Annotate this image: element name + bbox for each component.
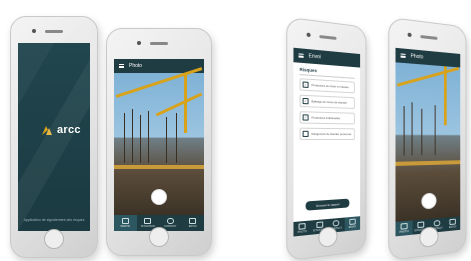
home-button[interactable] — [44, 229, 64, 249]
send-screen: Envoi Risques ✓ Protections de chute en h… — [293, 47, 361, 237]
chat-icon — [166, 218, 174, 224]
phone-photo: Photo PHOTO SITUATION CONTACT ENVOI — [106, 28, 212, 256]
tab-photo[interactable]: PHOTO — [395, 220, 413, 237]
checklist-item[interactable]: ✓ Balisage de zones de chantier — [299, 94, 355, 109]
screen-title: Photo — [410, 53, 424, 61]
camera-preview — [395, 62, 461, 222]
checkbox-unchecked-icon[interactable] — [302, 130, 309, 137]
building-icon — [316, 221, 323, 229]
tab-envoi[interactable]: ENVOI — [344, 216, 361, 232]
checkbox-checked-icon[interactable]: ✓ — [302, 80, 309, 88]
front-camera — [137, 41, 141, 45]
screen-title: Envoi — [308, 53, 321, 61]
tab-envoi[interactable]: ENVOI — [182, 215, 205, 231]
building-icon — [144, 218, 152, 224]
menu-icon[interactable] — [400, 53, 406, 59]
front-camera — [407, 32, 412, 38]
front-camera — [306, 32, 311, 38]
mail-icon — [349, 218, 356, 225]
camera-icon — [298, 222, 306, 230]
phone-send: Envoi Risques ✓ Protections de chute en h… — [286, 16, 367, 261]
camera-icon — [400, 222, 408, 230]
phone-photo-angled: Photo PHOTO SITUATION CONTACT ENVOI — [388, 16, 467, 261]
tab-envoi[interactable]: ENVOI — [445, 216, 460, 231]
photo-screen: Photo PHOTO SITUATION CONTACT ENVOI — [114, 59, 204, 231]
checkbox-checked-icon[interactable]: ✓ — [302, 113, 309, 121]
speaker — [45, 30, 63, 33]
logo-mark-icon — [42, 126, 52, 135]
send-report-button[interactable]: Envoyer le rapport — [305, 198, 350, 211]
checklist-item[interactable]: ✓ Protections de chute en hauteur — [299, 77, 355, 93]
photo-screen: Photo PHOTO SITUATION CONTACT ENVOI — [395, 47, 461, 237]
building-icon — [417, 221, 425, 229]
arcc-logo: arcc — [40, 123, 81, 137]
crane-image — [184, 73, 187, 133]
menu-icon[interactable] — [119, 63, 124, 69]
speaker — [150, 42, 168, 45]
menu-icon[interactable] — [298, 53, 304, 58]
shutter-button[interactable] — [151, 189, 167, 205]
mail-icon — [189, 218, 197, 224]
tab-photo[interactable]: PHOTO — [114, 215, 137, 231]
screen-title: Photo — [129, 63, 143, 69]
home-button[interactable] — [318, 226, 338, 249]
camera-preview — [114, 67, 204, 215]
chat-icon — [433, 219, 441, 227]
splash-caption: Application de signalement des risques — [23, 218, 85, 222]
checkbox-checked-icon[interactable]: ✓ — [302, 97, 309, 104]
home-button[interactable] — [149, 227, 169, 247]
mail-icon — [449, 218, 456, 226]
home-button[interactable] — [419, 226, 439, 249]
checklist-item[interactable]: Rangement du chantier personnel — [299, 127, 355, 140]
speaker — [319, 35, 337, 40]
front-camera — [32, 29, 36, 33]
phone-splash: arcc Application de signalement des risq… — [10, 16, 98, 258]
chat-icon — [332, 219, 340, 227]
shutter-button[interactable] — [421, 192, 437, 210]
checklist-item[interactable]: ✓ Protections individuelles — [299, 110, 355, 124]
camera-icon — [121, 218, 129, 224]
crane-image — [155, 92, 203, 117]
tab-photo[interactable]: PHOTO — [293, 220, 311, 236]
risk-form: Risques ✓ Protections de chute en hauteur… — [293, 62, 361, 222]
speaker — [420, 35, 438, 40]
brand-name: arcc — [57, 124, 81, 136]
splash-screen: arcc Application de signalement des risq… — [18, 43, 90, 231]
